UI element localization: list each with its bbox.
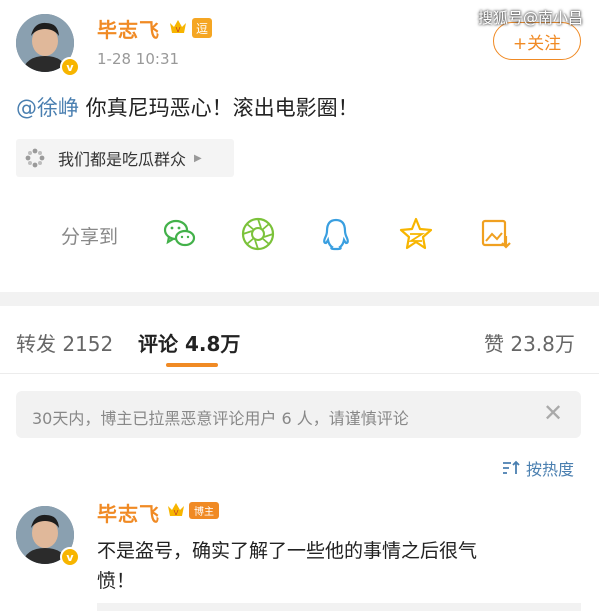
blogger-badge: 博主: [189, 502, 219, 519]
image-save-icon[interactable]: [478, 216, 514, 252]
wechat-icon[interactable]: [162, 216, 198, 252]
moments-icon[interactable]: [240, 216, 276, 252]
sort-label: 按热度: [526, 460, 575, 479]
verified-badge-icon: v: [60, 57, 80, 77]
tab-likes[interactable]: 赞 23.8万: [484, 328, 575, 357]
tab-comment-label: 评论: [138, 332, 178, 356]
qzone-icon[interactable]: [398, 216, 434, 252]
notice-text: 30天内，博主已拉黑恶意评论用户 6 人，请谨慎评论: [32, 409, 409, 428]
tab-comment-count: 4.8万: [184, 332, 241, 356]
post-author-name[interactable]: 毕志飞: [97, 14, 160, 43]
sort-button[interactable]: 按热度: [502, 456, 574, 480]
share-label: 分享到: [61, 226, 119, 248]
commenter-name[interactable]: 毕志飞: [97, 498, 160, 527]
section-divider: [0, 292, 599, 306]
active-tab-indicator: [166, 363, 218, 367]
close-icon[interactable]: ✕: [543, 399, 563, 427]
watermark: 搜狐号@南小昌: [478, 9, 584, 27]
comment-text-line: 不是盗号，确实了解了一些他的事情之后很气: [97, 540, 478, 562]
topic-label: 我们都是吃瓜群众: [58, 150, 187, 169]
comment-text: 不是盗号，确实了解了一些他的事情之后很气 愤！: [97, 536, 477, 596]
topic-chip[interactable]: 我们都是吃瓜群众 ▶: [16, 139, 234, 177]
post-text: @徐峥 你真尼玛恶心！滚出电影圈！: [16, 92, 359, 122]
comment-text-line: 愤！: [97, 570, 136, 592]
qq-icon[interactable]: [318, 216, 354, 252]
sort-icon: [503, 460, 520, 474]
chevron-right-icon: ▶: [194, 152, 202, 164]
level-badge-icon: 逗: [192, 18, 212, 38]
svg-text:V: V: [174, 509, 179, 517]
post-body: 你真尼玛恶心！滚出电影圈！: [79, 96, 359, 120]
mention-link[interactable]: @徐峥: [16, 96, 79, 120]
svg-text:V: V: [176, 26, 181, 34]
post-time: 1-28 10:31: [97, 50, 180, 68]
reply-preview: [97, 603, 581, 611]
topic-icon: [25, 148, 45, 168]
tabs-divider: [0, 373, 599, 374]
tab-repost[interactable]: 转发 2152: [16, 328, 113, 357]
commenter-crown-icon: V: [166, 500, 186, 520]
notice-banner: 30天内，博主已拉黑恶意评论用户 6 人，请谨慎评论 ✕: [16, 391, 581, 438]
tab-comment[interactable]: 评论 4.8万: [138, 328, 240, 357]
member-crown-icon: V: [168, 17, 188, 37]
commenter-verified-icon: v: [60, 547, 80, 567]
